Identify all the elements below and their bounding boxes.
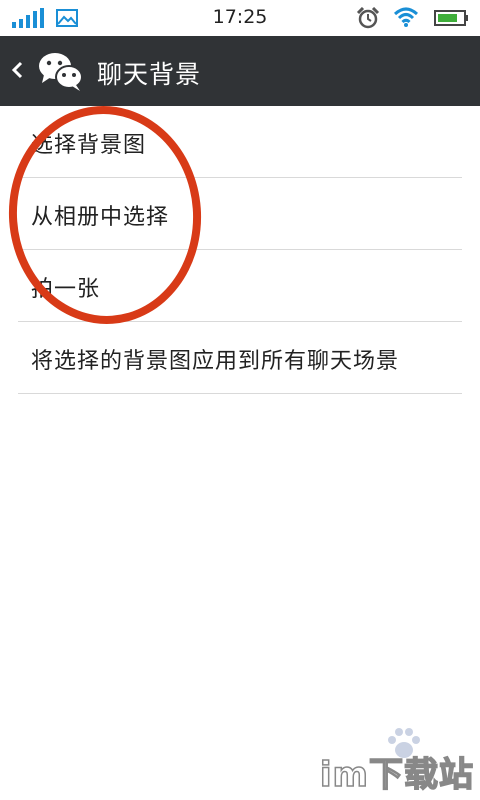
chevron-left-icon[interactable]	[10, 58, 24, 82]
alarm-icon	[356, 7, 380, 29]
list-item-label: 将选择的背景图应用到所有聊天场景	[31, 349, 400, 374]
list-item-choose-background[interactable]: 选择背景图	[18, 106, 462, 178]
page-title: 聊天背景	[97, 60, 202, 89]
list-item-choose-from-album[interactable]: 从相册中选择	[18, 178, 462, 250]
watermark: im下载站	[314, 728, 474, 796]
list-item-take-photo[interactable]: 拍一张	[18, 250, 462, 322]
list-item-label: 选择背景图	[31, 133, 147, 158]
wifi-icon	[393, 7, 419, 27]
list-item-label: 从相册中选择	[31, 205, 170, 230]
battery-icon	[434, 10, 468, 26]
status-bar: 17:25	[0, 0, 480, 37]
list-item-apply-to-all-chats[interactable]: 将选择的背景图应用到所有聊天场景	[18, 322, 462, 394]
list-item-label: 拍一张	[31, 277, 101, 302]
wechat-icon	[39, 53, 83, 91]
settings-list: 选择背景图 从相册中选择 拍一张 将选择的背景图应用到所有聊天场景	[0, 106, 480, 394]
title-bar: 聊天背景	[0, 36, 480, 106]
watermark-text: im下载站	[319, 754, 474, 796]
